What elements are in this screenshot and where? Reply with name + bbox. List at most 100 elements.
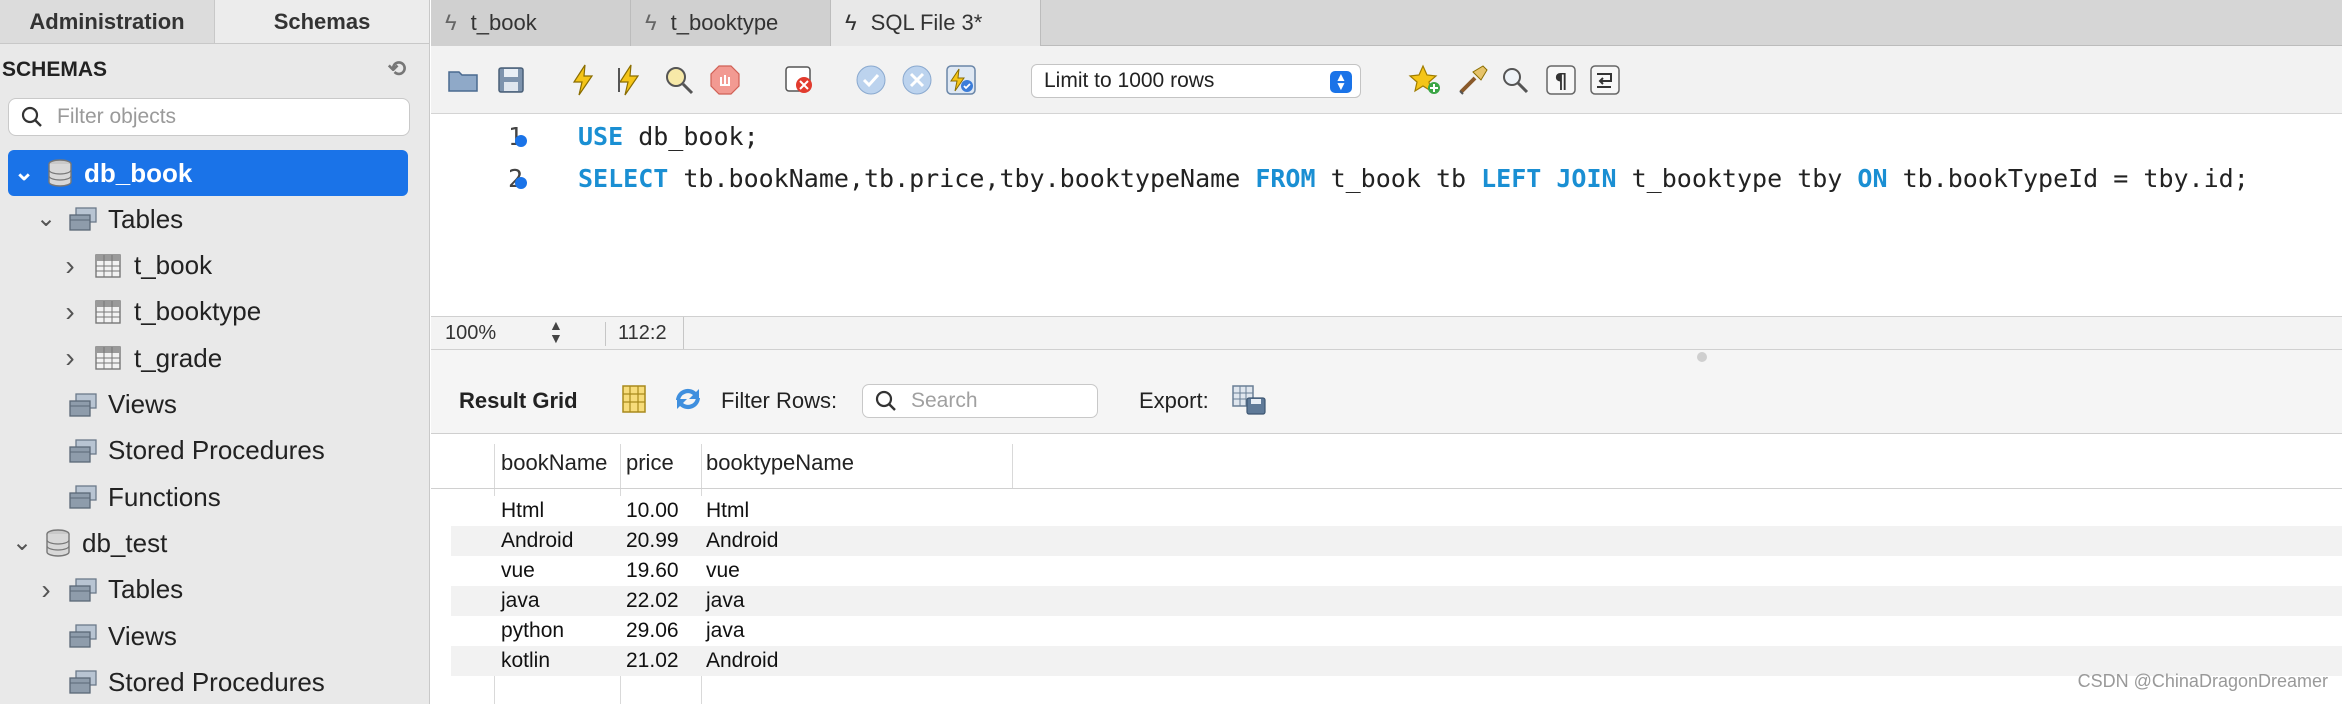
result-grid-label[interactable]: Result Grid xyxy=(459,388,578,414)
table-cell-booktypename[interactable]: Android xyxy=(706,649,778,673)
beautify-icon[interactable] xyxy=(1455,62,1491,98)
rollback-icon[interactable] xyxy=(899,62,935,98)
zoom-level[interactable]: 100% xyxy=(445,322,496,345)
table-cell-price[interactable]: 19.60 xyxy=(626,559,679,583)
filter-rows-input[interactable] xyxy=(911,389,1091,413)
limit-rows-select[interactable]: Limit to 1000 rows ▲ ▼ xyxy=(1031,64,1361,98)
code-line-2: SELECT tb.bookName,tb.price,tby.booktype… xyxy=(578,164,2249,193)
code-text: tb.bookTypeId = tby.id; xyxy=(1887,164,2249,193)
table-cell-price[interactable]: 29.06 xyxy=(626,619,679,643)
export-icon[interactable] xyxy=(1231,384,1267,422)
chevron-down-icon[interactable]: ⌄ xyxy=(10,531,34,555)
column-header-booktypename[interactable]: booktypeName xyxy=(706,450,854,476)
tree-item-functions[interactable]: Functions xyxy=(0,474,420,520)
tree-item-stored-procedures[interactable]: Stored Procedures xyxy=(0,428,420,474)
tree-item-views[interactable]: Views xyxy=(0,382,420,428)
code-text: tb.bookName,tb.price,tby.booktypeName xyxy=(668,164,1256,193)
open-folder-icon[interactable] xyxy=(445,62,481,98)
table-cell-price[interactable]: 10.00 xyxy=(626,499,679,523)
chevron-right-icon[interactable]: › xyxy=(58,250,82,282)
search-icon xyxy=(875,390,896,411)
tree-item-tables[interactable]: › Tables xyxy=(0,567,420,613)
keyword: FROM xyxy=(1255,164,1316,193)
table-cell-bookname[interactable]: java xyxy=(501,589,540,613)
folder-icon xyxy=(58,669,108,695)
stop-icon[interactable] xyxy=(707,62,743,98)
tree-item-views[interactable]: Views xyxy=(0,613,420,659)
table-cell-price[interactable]: 20.99 xyxy=(626,529,679,553)
table-cell-bookname[interactable]: vue xyxy=(501,559,535,583)
table-cell-bookname[interactable]: Android xyxy=(501,529,573,553)
filter-objects-box[interactable] xyxy=(8,98,410,136)
table-cell-booktypename[interactable]: java xyxy=(706,619,745,643)
table-cell-booktypename[interactable]: vue xyxy=(706,559,740,583)
star-add-icon[interactable] xyxy=(1407,62,1443,98)
tree-item-stored-procedures[interactable]: Stored Procedures xyxy=(0,659,420,704)
table-cell-booktypename[interactable]: Android xyxy=(706,529,778,553)
tree-item-t-booktype[interactable]: › t_booktype xyxy=(0,289,420,335)
keyword: SELECT xyxy=(578,164,669,193)
table-cell-booktypename[interactable]: Html xyxy=(706,499,749,523)
save-icon[interactable] xyxy=(493,62,529,98)
tab-sql-file-3[interactable]: ϟ SQL File 3* xyxy=(831,0,1041,46)
chevron-down-icon[interactable]: ⌄ xyxy=(12,161,36,185)
autocommit-icon[interactable] xyxy=(943,62,979,98)
chevron-updown-icon: ▲ ▼ xyxy=(1330,71,1352,93)
tree-item-label: t_book xyxy=(134,250,213,281)
table-cell-bookname[interactable]: Html xyxy=(501,499,544,523)
code-text: t_booktype tby xyxy=(1616,164,1858,193)
tab-t-booktype[interactable]: ϟ t_booktype xyxy=(631,0,831,46)
invisible-chars-icon[interactable]: ¶ xyxy=(1543,62,1579,98)
tree-item-t-grade[interactable]: › t_grade xyxy=(0,335,420,381)
tree-item-label: Stored Procedures xyxy=(108,435,325,466)
refresh-icon[interactable]: ⟲ xyxy=(388,56,406,82)
table-cell-booktypename[interactable]: java xyxy=(706,589,745,613)
execute-current-icon[interactable] xyxy=(611,62,647,98)
grid-view-icon[interactable] xyxy=(621,384,647,420)
tree-item-t-book[interactable]: › t_book xyxy=(0,243,420,289)
refresh-results-icon[interactable] xyxy=(671,384,705,420)
tab-label: t_booktype xyxy=(670,10,779,35)
wrap-lines-icon[interactable] xyxy=(1587,62,1623,98)
tree-item-label: Stored Procedures xyxy=(108,666,325,697)
database-icon xyxy=(36,158,84,188)
tab-t-book[interactable]: ϟ t_book xyxy=(431,0,631,46)
table-cell-price[interactable]: 21.02 xyxy=(626,649,679,673)
tree-item-label: Functions xyxy=(108,481,221,512)
splitter-handle[interactable] xyxy=(1697,352,1707,362)
column-header-price[interactable]: price xyxy=(626,450,674,476)
statement-marker xyxy=(515,135,527,147)
chevron-right-icon[interactable]: › xyxy=(58,342,82,374)
commit-icon[interactable] xyxy=(853,62,889,98)
chevron-right-icon[interactable]: › xyxy=(34,574,58,606)
filter-rows-box[interactable] xyxy=(862,384,1098,418)
database-icon xyxy=(34,528,82,558)
table-cell-bookname[interactable]: python xyxy=(501,619,564,643)
find-icon[interactable] xyxy=(1497,62,1533,98)
tab-schemas[interactable]: Schemas xyxy=(215,0,430,43)
chevron-down-icon[interactable]: ⌄ xyxy=(34,207,58,231)
explain-icon[interactable] xyxy=(661,62,697,98)
tree-item-tables[interactable]: ⌄ Tables xyxy=(0,196,420,242)
filter-objects-input[interactable] xyxy=(57,105,387,129)
code-text: t_book tb xyxy=(1315,164,1482,193)
code-line-1: USE db_book; xyxy=(578,122,759,151)
sql-editor[interactable]: 1 USE db_book; 2 SELECT tb.bookName,tb.p… xyxy=(431,114,2342,320)
execute-icon[interactable] xyxy=(565,62,601,98)
zoom-stepper-icon[interactable]: ▲ ▼ xyxy=(549,318,563,345)
chevron-right-icon[interactable]: › xyxy=(58,296,82,328)
divider xyxy=(683,317,684,349)
folder-icon xyxy=(58,392,108,418)
table-cell-price[interactable]: 22.02 xyxy=(626,589,679,613)
result-grid[interactable]: bookName price booktypeName Html 10.00 Htm… xyxy=(431,434,2342,704)
column-header-bookname[interactable]: bookName xyxy=(501,450,607,476)
tree-item-label: Tables xyxy=(108,203,184,234)
cursor-position: 112:2 xyxy=(605,322,667,346)
schemas-title: SCHEMAS xyxy=(2,58,108,81)
statement-marker xyxy=(515,177,527,189)
tree-item-db-test[interactable]: ⌄ db_test xyxy=(0,520,420,566)
table-cell-bookname[interactable]: kotlin xyxy=(501,649,550,673)
toggle-error-icon[interactable] xyxy=(781,62,817,98)
tree-item-db-book[interactable]: ⌄ db_book xyxy=(8,150,408,196)
tab-administration[interactable]: Administration xyxy=(0,0,215,43)
